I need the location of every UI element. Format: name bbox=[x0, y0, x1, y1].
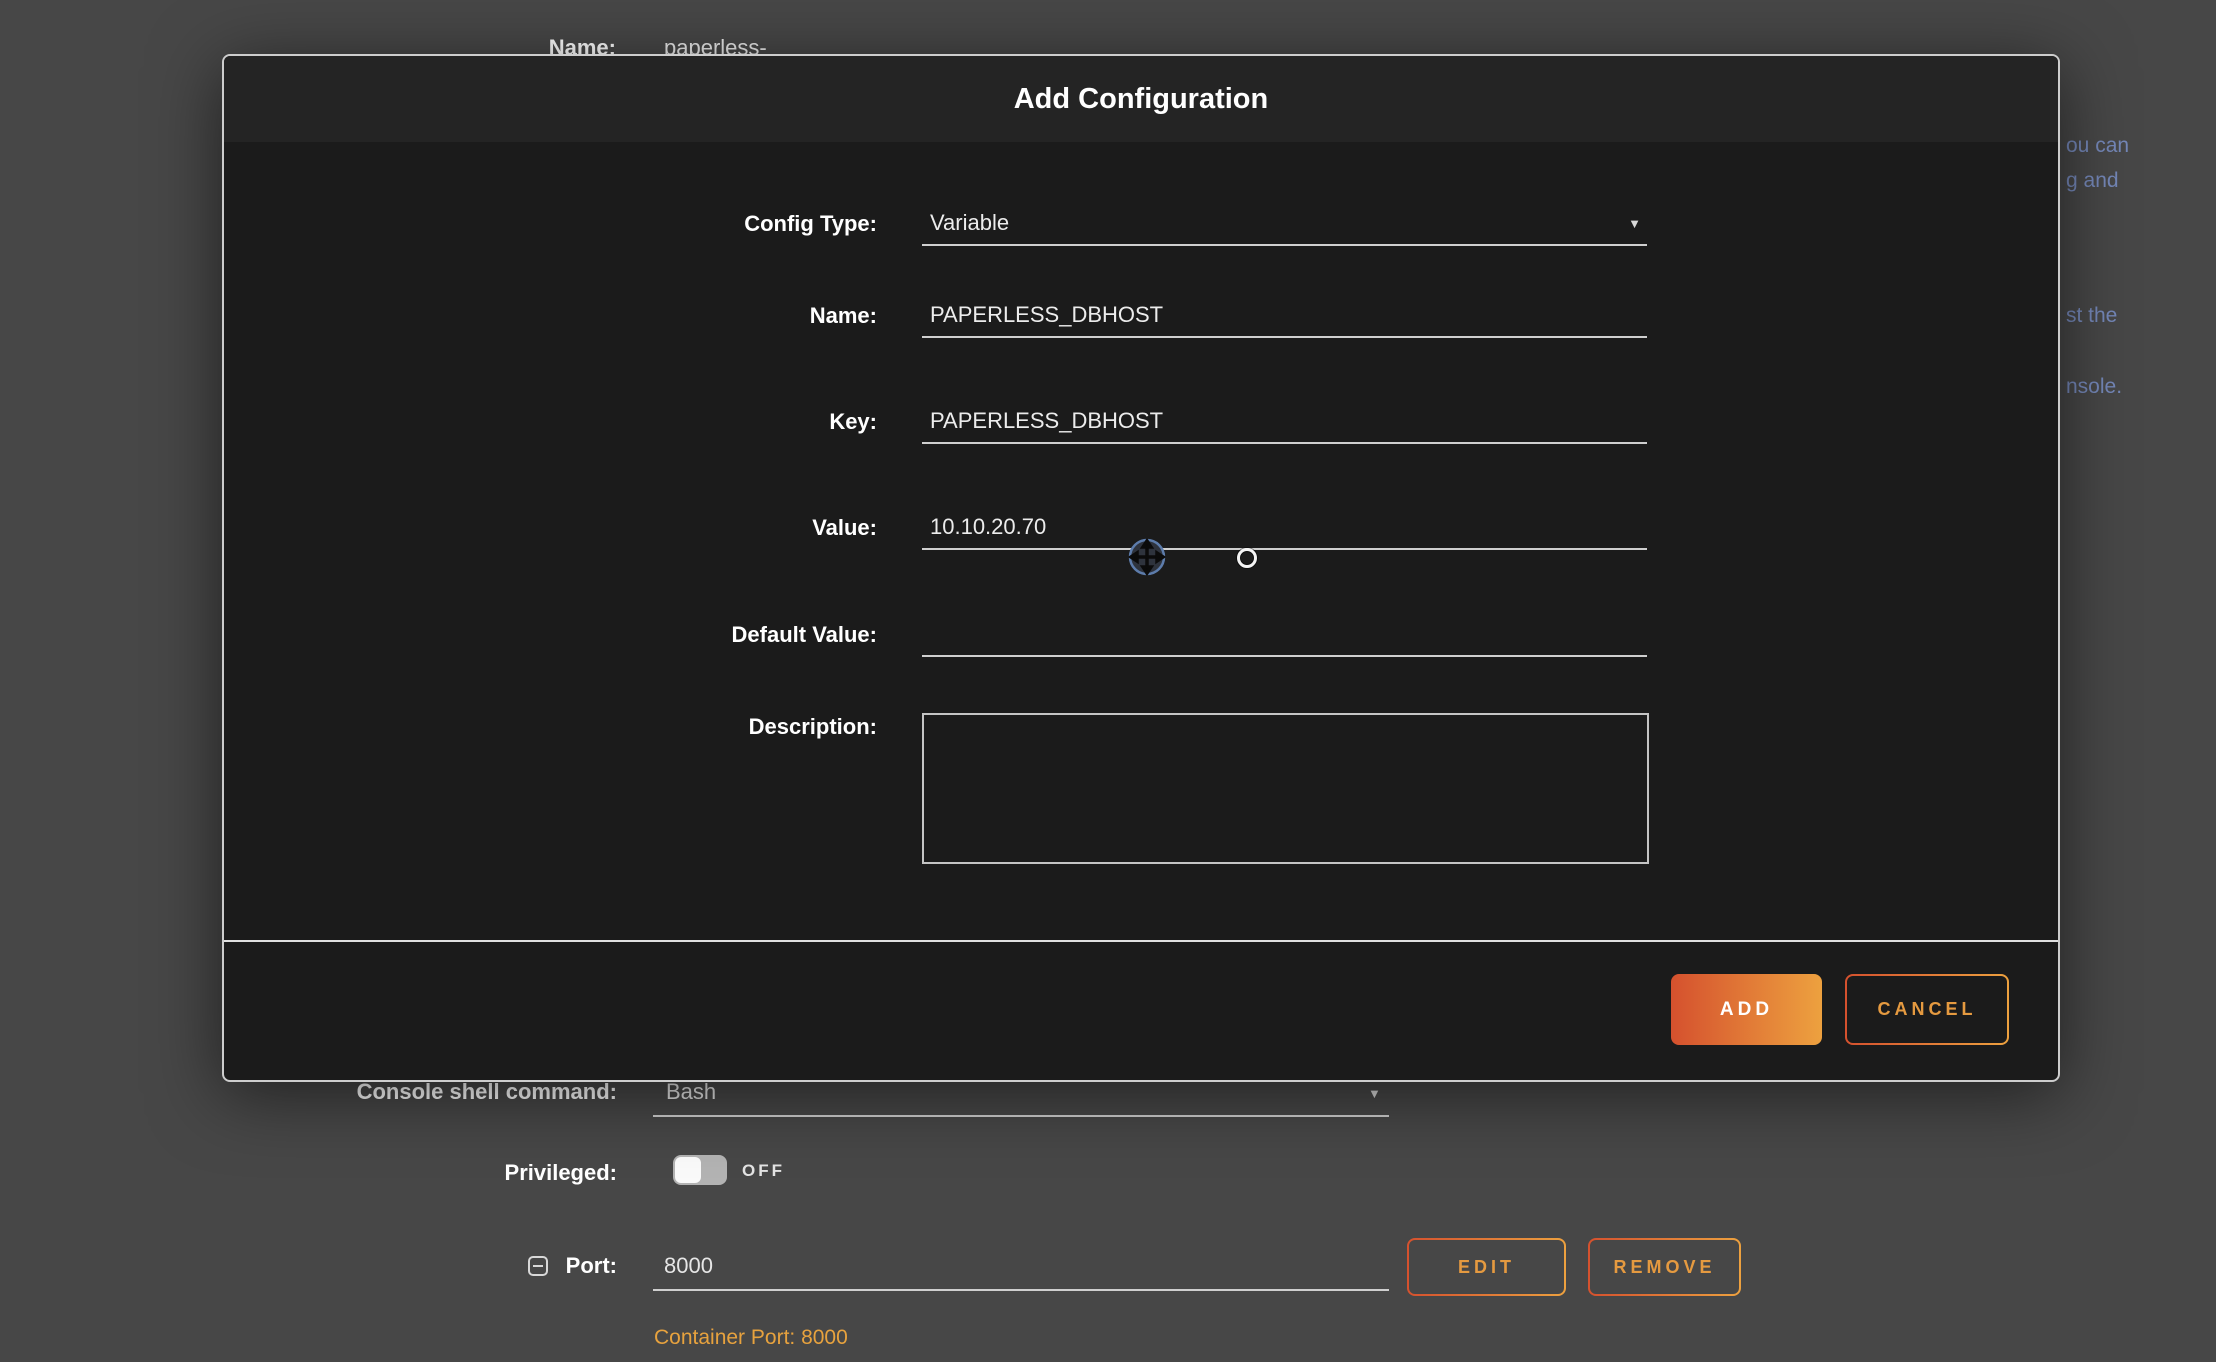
toggle-knob bbox=[675, 1157, 701, 1183]
port-value-field[interactable]: 8000 bbox=[664, 1252, 713, 1280]
dialog-title: Add Configuration bbox=[1014, 83, 1269, 116]
privileged-state-label: OFF bbox=[742, 1159, 785, 1183]
port-label: Port: bbox=[300, 1252, 617, 1280]
cancel-button[interactable]: CANCEL bbox=[1845, 974, 2009, 1045]
key-input[interactable]: PAPERLESS_DBHOST bbox=[922, 402, 1647, 444]
add-configuration-dialog: Add Configuration Config Type: Variable … bbox=[222, 54, 2060, 1082]
value-input[interactable]: 10.10.20.70 bbox=[922, 508, 1647, 550]
value-field-label: Value: bbox=[224, 508, 877, 548]
privileged-toggle[interactable] bbox=[673, 1155, 727, 1185]
value-field-row: Value: 10.10.20.70 bbox=[224, 508, 2058, 552]
config-type-row: Config Type: Variable ▼ bbox=[224, 204, 2058, 248]
console-shell-command-select[interactable]: Bash bbox=[666, 1078, 716, 1106]
port-field-underline bbox=[653, 1289, 1389, 1291]
console-shell-command-label: Console shell command: bbox=[300, 1078, 617, 1106]
name-field-label: Name: bbox=[224, 296, 877, 336]
config-type-select[interactable]: Variable ▼ bbox=[922, 204, 1647, 246]
config-type-label: Config Type: bbox=[224, 204, 877, 244]
console-select-underline bbox=[653, 1115, 1389, 1117]
privileged-label: Privileged: bbox=[300, 1159, 617, 1187]
cancel-button-label: CANCEL bbox=[1847, 976, 2007, 1043]
help-text-fragment: ou can bbox=[2066, 133, 2129, 159]
default-value-input[interactable] bbox=[922, 615, 1647, 657]
key-field-row: Key: PAPERLESS_DBHOST bbox=[224, 402, 2058, 446]
remove-button[interactable]: REMOVE bbox=[1588, 1238, 1741, 1296]
edit-button[interactable]: EDIT bbox=[1407, 1238, 1566, 1296]
default-value-field-label: Default Value: bbox=[224, 615, 877, 655]
config-type-value: Variable bbox=[930, 210, 1009, 235]
name-input[interactable]: PAPERLESS_DBHOST bbox=[922, 296, 1647, 338]
dialog-header: Add Configuration bbox=[224, 56, 2058, 142]
remove-button-label: REMOVE bbox=[1590, 1240, 1739, 1294]
default-value-field-row: Default Value: bbox=[224, 615, 2058, 659]
chevron-down-icon: ▼ bbox=[1368, 1080, 1381, 1108]
help-text-fragment: st the bbox=[2066, 303, 2117, 329]
description-textarea[interactable] bbox=[922, 713, 1649, 864]
chevron-down-icon: ▼ bbox=[1628, 214, 1641, 234]
container-port-text: Container Port: 8000 bbox=[654, 1325, 848, 1351]
key-field-label: Key: bbox=[224, 402, 877, 442]
add-button[interactable]: ADD bbox=[1671, 974, 1822, 1045]
help-text-fragment: g and bbox=[2066, 168, 2119, 194]
help-text-fragment: nsole. bbox=[2066, 374, 2122, 400]
description-field-label: Description: bbox=[224, 707, 877, 747]
name-field-row: Name: PAPERLESS_DBHOST bbox=[224, 296, 2058, 340]
edit-button-label: EDIT bbox=[1409, 1240, 1564, 1294]
footer-divider bbox=[224, 940, 2058, 942]
